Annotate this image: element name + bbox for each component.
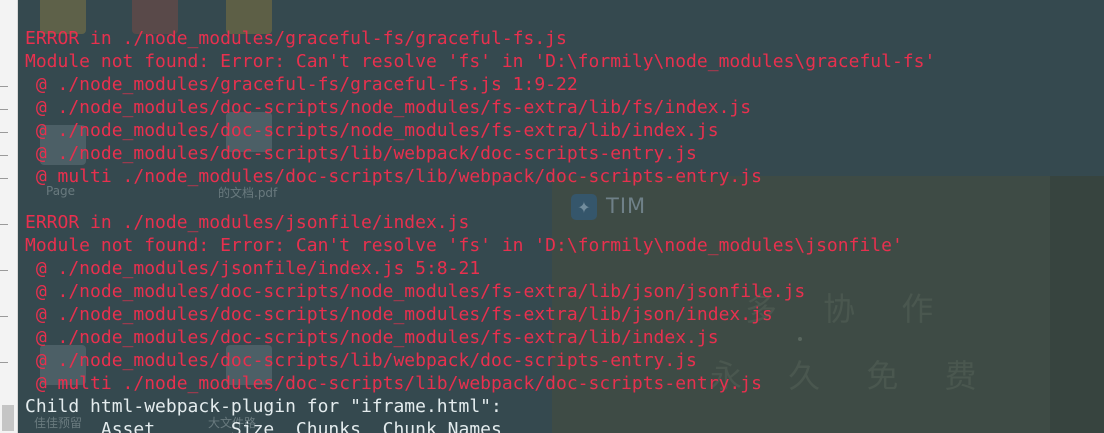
- terminal-line: @ ./node_modules/doc-scripts/lib/webpack…: [25, 350, 697, 371]
- terminal-line: @ multi ./node_modules/doc-scripts/lib/w…: [25, 166, 762, 187]
- strip-tick: [0, 224, 8, 225]
- strip-tick: [0, 178, 8, 179]
- terminal-line: Asset Size Chunks Chunk Names: [25, 419, 502, 433]
- terminal-line: @ ./node_modules/doc-scripts/node_module…: [25, 327, 719, 348]
- strip-tick: [0, 316, 8, 317]
- terminal-line: @ ./node_modules/jsonfile/index.js 5:8-2…: [25, 258, 481, 279]
- strip-tick: [0, 86, 8, 87]
- desktop-background: Page 的文档.pdf 佳佳预留 大文件路 ✦ TIM 多 协 作 永 久 免…: [0, 0, 1104, 433]
- tim-window-sidebar: [1050, 176, 1104, 433]
- terminal-output[interactable]: ERROR in ./node_modules/graceful-fs/grac…: [25, 27, 935, 433]
- terminal-line: @ ./node_modules/doc-scripts/lib/webpack…: [25, 143, 697, 164]
- terminal-line: Module not found: Error: Can't resolve '…: [25, 235, 903, 256]
- strip-tick: [0, 155, 8, 156]
- strip-tick: [0, 270, 8, 271]
- scrollbar-thumb[interactable]: [2, 405, 14, 431]
- terminal-line: @ ./node_modules/graceful-fs/graceful-fs…: [25, 74, 578, 95]
- strip-tick: [0, 362, 8, 363]
- terminal-line: ERROR in ./node_modules/graceful-fs/grac…: [25, 28, 567, 49]
- terminal-line: ERROR in ./node_modules/jsonfile/index.j…: [25, 212, 470, 233]
- terminal-line: @ ./node_modules/doc-scripts/node_module…: [25, 97, 752, 118]
- strip-tick: [0, 109, 8, 110]
- terminal-line: Module not found: Error: Can't resolve '…: [25, 51, 936, 72]
- terminal-line: @ ./node_modules/doc-scripts/node_module…: [25, 120, 719, 141]
- terminal-line: @ multi ./node_modules/doc-scripts/lib/w…: [25, 373, 762, 394]
- window-edge-strip: [0, 0, 18, 433]
- terminal-line: @ ./node_modules/doc-scripts/node_module…: [25, 281, 806, 302]
- strip-tick: [0, 132, 8, 133]
- terminal-line: @ ./node_modules/doc-scripts/node_module…: [25, 304, 773, 325]
- terminal-line: Child html-webpack-plugin for "iframe.ht…: [25, 396, 502, 417]
